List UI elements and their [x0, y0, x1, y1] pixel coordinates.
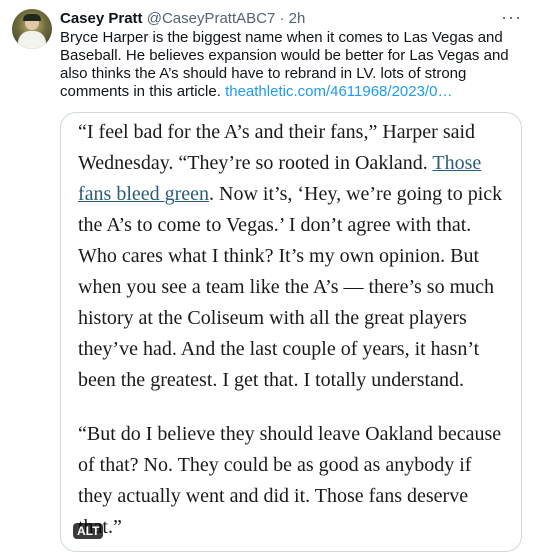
ellipsis-icon[interactable]: ···	[501, 8, 522, 26]
quote-p1-end: . Now it’s, ‘Hey, we’re going to pick th…	[78, 183, 503, 391]
tweet-header: Casey Pratt @CaseyPrattABC7 · 2h	[60, 10, 305, 28]
quote-paragraph-2: “But do I believe they should leave Oakl…	[78, 423, 502, 538]
quote-p1-start: “I feel bad for the A’s and their fans,”…	[78, 121, 476, 174]
quote-text: “I feel bad for the A’s and their fans,”…	[78, 117, 508, 543]
quote-paragraph-1: “I feel bad for the A’s and their fans,”…	[78, 117, 508, 396]
header-separator: ·	[279, 10, 285, 27]
author-avatar[interactable]	[12, 9, 52, 49]
tweet-timestamp[interactable]: 2h	[289, 10, 306, 27]
avatar-figure-body	[18, 31, 46, 49]
article-link[interactable]: theathletic.com/4611968/2023/0…	[225, 83, 452, 100]
author-name[interactable]: Casey Pratt	[60, 10, 143, 27]
author-handle[interactable]: @CaseyPrattABC7	[147, 10, 276, 27]
alt-text-badge[interactable]: ALT	[73, 523, 104, 539]
avatar-figure-cap	[23, 14, 41, 21]
tweet-text: Bryce Harper is the biggest name when it…	[60, 29, 530, 101]
attached-image[interactable]: “I feel bad for the A’s and their fans,”…	[60, 112, 522, 552]
